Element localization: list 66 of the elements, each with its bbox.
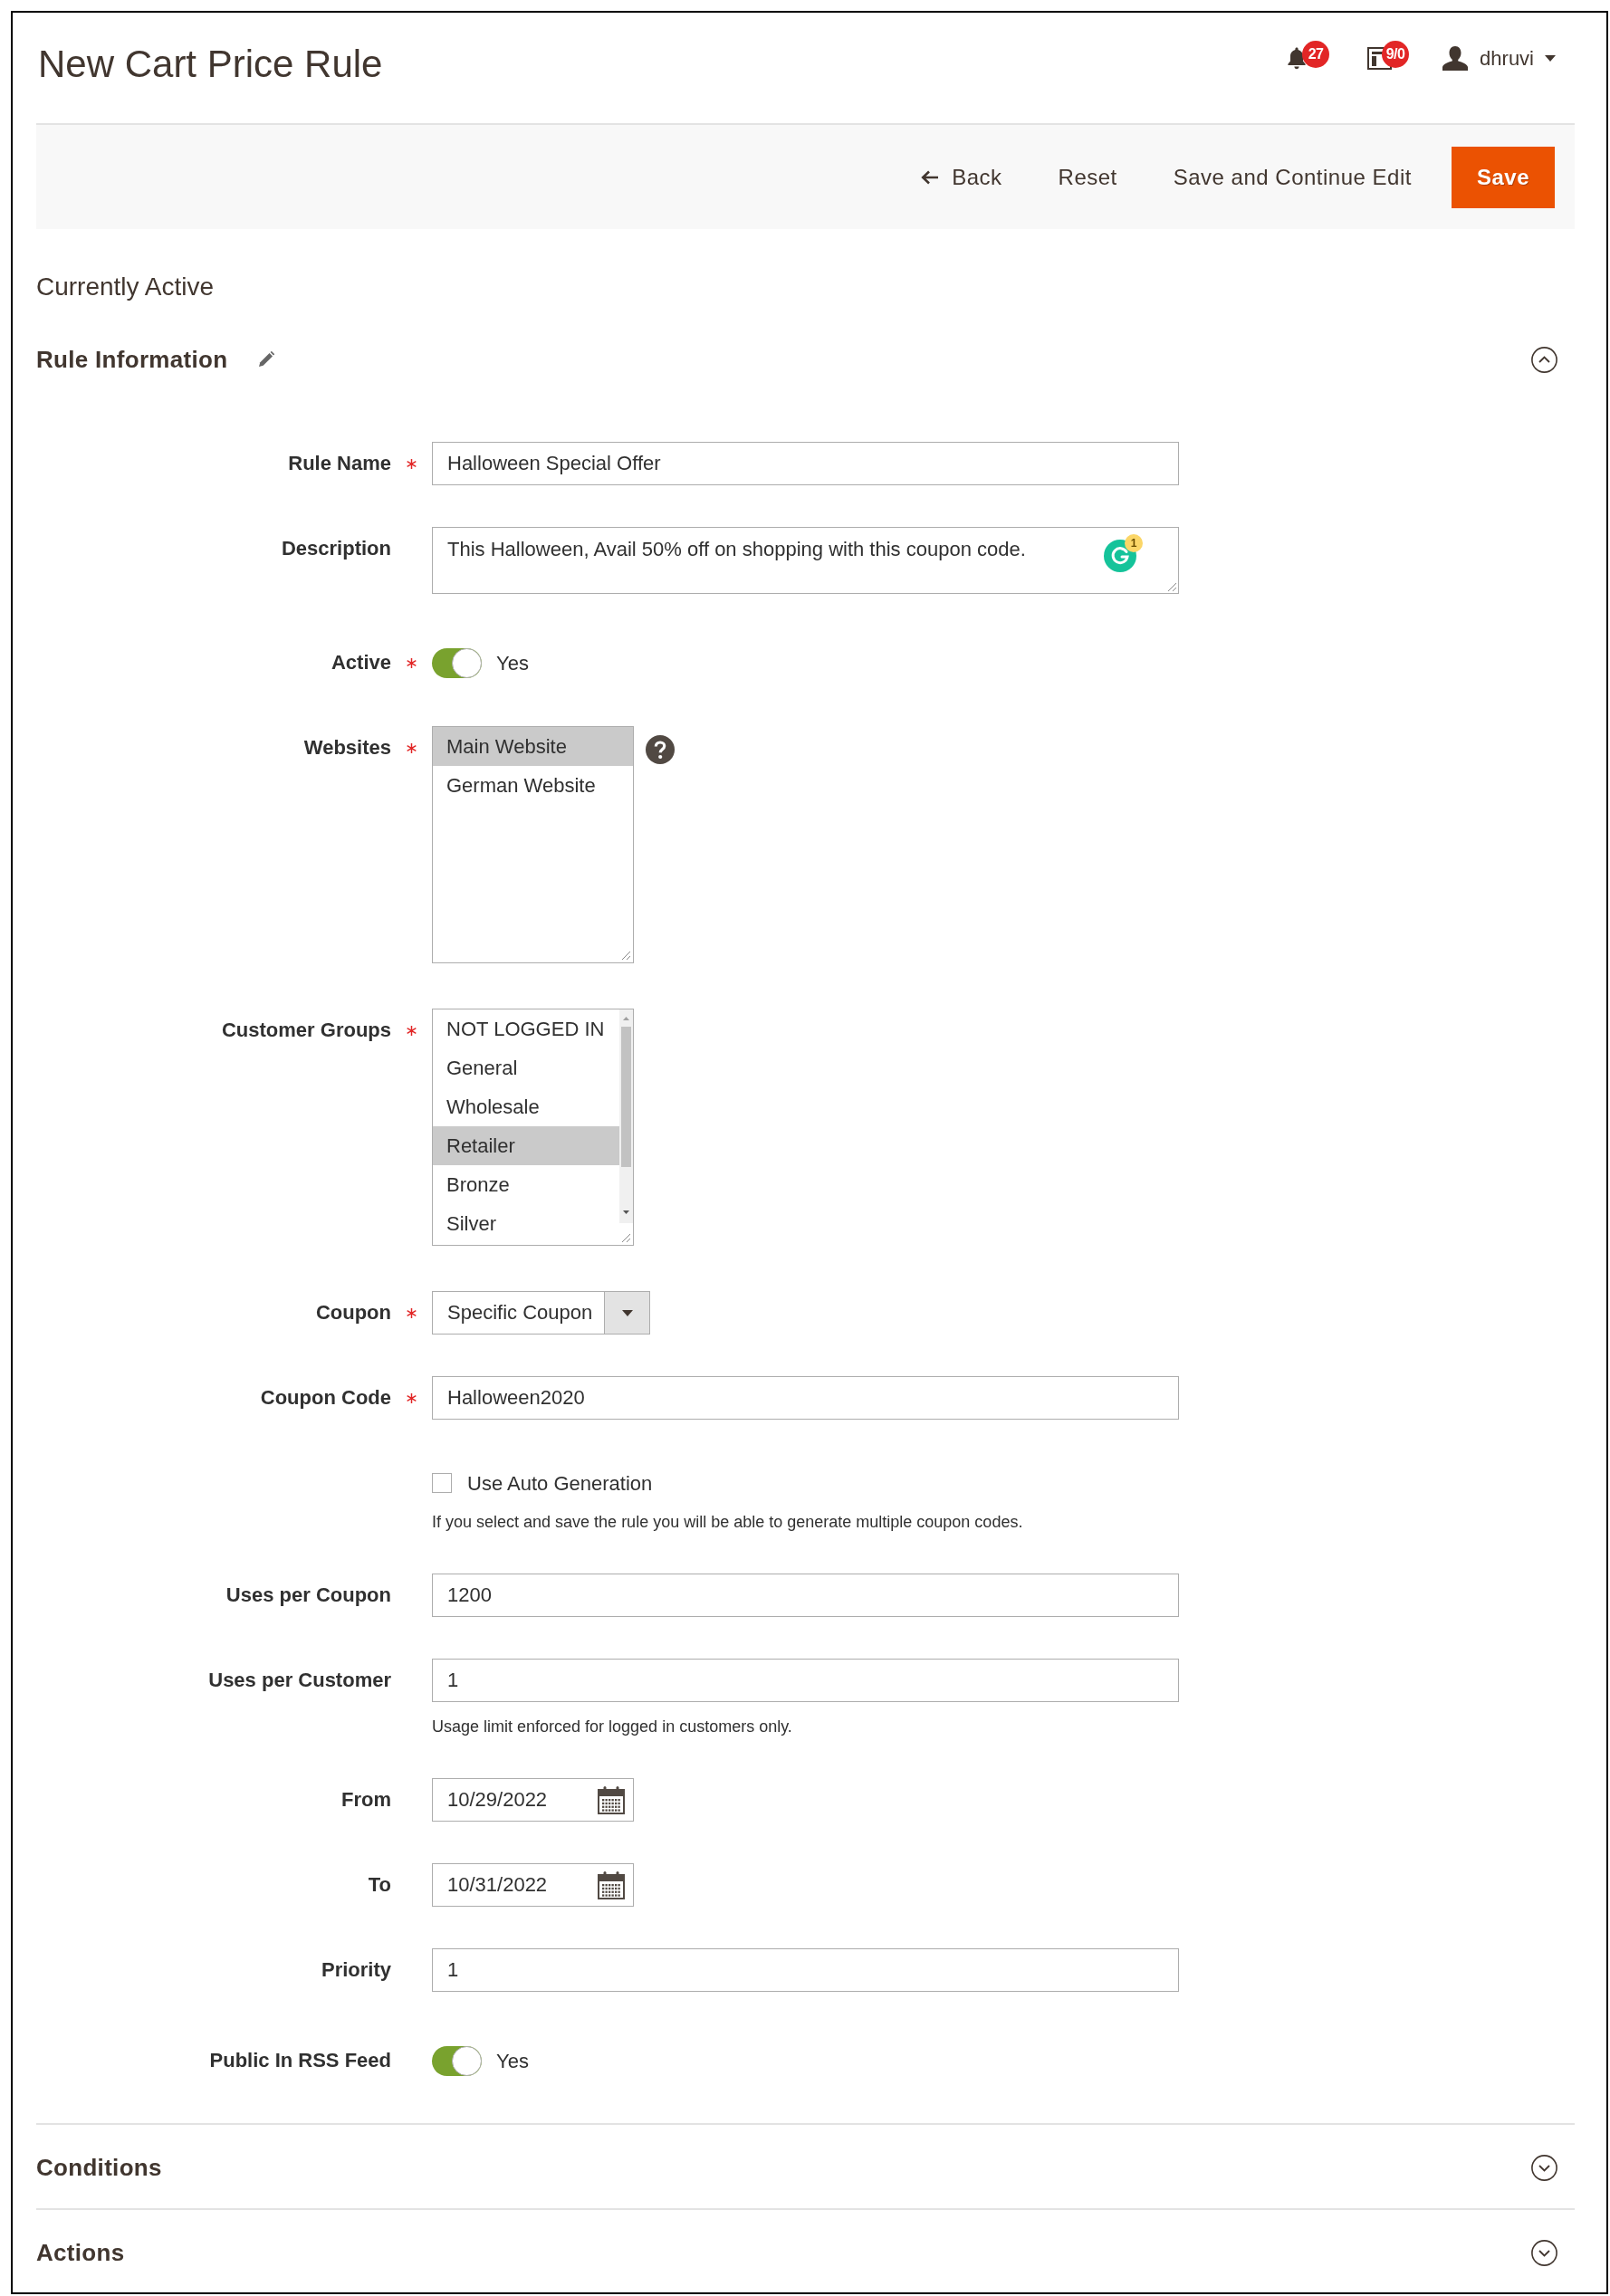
field-label: Uses per Coupon (225, 1583, 391, 1606)
field-label: Public In RSS Feed (209, 2049, 391, 2071)
user-menu[interactable]: dhruvi (1442, 43, 1556, 73)
bell-icon[interactable] (1288, 47, 1307, 70)
input-field[interactable]: 1 (432, 1659, 1179, 1702)
input-field[interactable]: 1200 (432, 1574, 1179, 1617)
notification-count: 27 (1302, 41, 1330, 68)
resize-grip-icon[interactable] (621, 951, 631, 961)
section-title: Conditions (36, 2153, 162, 2183)
field-label: Description (281, 537, 391, 560)
listbox-option[interactable]: German Website (433, 766, 633, 805)
field-note: Usage limit enforced for logged in customers only. (432, 1717, 793, 1736)
toolbar-button[interactable]: Reset (1041, 151, 1134, 203)
arrow-left-icon (921, 169, 940, 185)
status-heading: Currently Active (36, 272, 216, 302)
dropdown[interactable]: Specific Coupon (432, 1291, 650, 1335)
toggle-label: Yes (496, 650, 529, 676)
listbox-option[interactable]: Silver (433, 1204, 619, 1243)
field-label: Customer Groups (221, 1019, 391, 1041)
caret-icon (1545, 55, 1556, 62)
toggle-switch[interactable] (432, 647, 482, 678)
checkbox-label[interactable]: Use Auto Generation (467, 1468, 653, 1498)
listbox-option[interactable]: General (433, 1048, 619, 1087)
chevron-down-circle-icon[interactable] (1531, 2154, 1557, 2181)
resize-grip-icon[interactable] (1167, 582, 1177, 592)
toggle-label: Yes (496, 2048, 529, 2074)
date-field[interactable]: 10/29/2022 (432, 1778, 634, 1822)
user-icon (1442, 46, 1470, 71)
back-button[interactable]: Back (905, 151, 1019, 203)
field-label: Active (331, 651, 391, 674)
toolbar-button[interactable]: Save and Continue Edit (1156, 151, 1428, 203)
calendar-icon[interactable] (598, 1870, 625, 1899)
field-label: To (368, 1873, 391, 1896)
section-title: Actions (36, 2238, 125, 2268)
section-title: Rule Information (36, 345, 228, 375)
listbox-option[interactable]: Main Website (433, 727, 633, 766)
field-label: From (341, 1788, 391, 1811)
listbox-option[interactable]: Bronze (433, 1165, 619, 1204)
message-count: 9/0 (1382, 41, 1410, 68)
help-icon[interactable] (646, 735, 675, 764)
resize-grip-icon[interactable] (621, 1233, 631, 1243)
field-label: Priority (321, 1958, 391, 1981)
chevron-up-circle-icon[interactable] (1531, 346, 1557, 373)
save-button[interactable]: Save (1451, 146, 1555, 208)
field-label: Rule Name (288, 452, 391, 474)
listbox-option[interactable]: NOT LOGGED IN (433, 1009, 619, 1048)
input-field[interactable]: Halloween2020 (432, 1376, 1179, 1420)
pencil-icon[interactable] (258, 351, 275, 368)
input-field[interactable]: 1 (432, 1948, 1179, 1992)
page-title: New Cart Price Rule (38, 42, 383, 87)
calendar-icon[interactable] (598, 1785, 625, 1814)
listbox-option[interactable]: Retailer (433, 1126, 619, 1165)
field-label: Coupon (315, 1301, 391, 1324)
field-label: Coupon Code (260, 1386, 391, 1409)
toggle-switch[interactable] (432, 2045, 482, 2076)
input-field[interactable]: Halloween Special Offer (432, 442, 1179, 485)
field-note: If you select and save the rule you will be able to generate multiple coupon codes. (432, 1512, 1024, 1532)
date-field[interactable]: 10/31/2022 (432, 1863, 634, 1907)
field-label: Uses per Customer (208, 1669, 391, 1691)
checkbox[interactable] (432, 1473, 452, 1493)
listbox[interactable]: NOT LOGGED IN General Wholesale Retailer Bronze Silver (432, 1009, 634, 1246)
listbox[interactable]: Main Website German Website (432, 726, 634, 963)
scrollbar[interactable] (619, 1009, 633, 1223)
chevron-down-circle-icon[interactable] (1531, 2239, 1557, 2266)
field-label: Websites (303, 736, 391, 759)
listbox-option[interactable]: Wholesale (433, 1087, 619, 1126)
